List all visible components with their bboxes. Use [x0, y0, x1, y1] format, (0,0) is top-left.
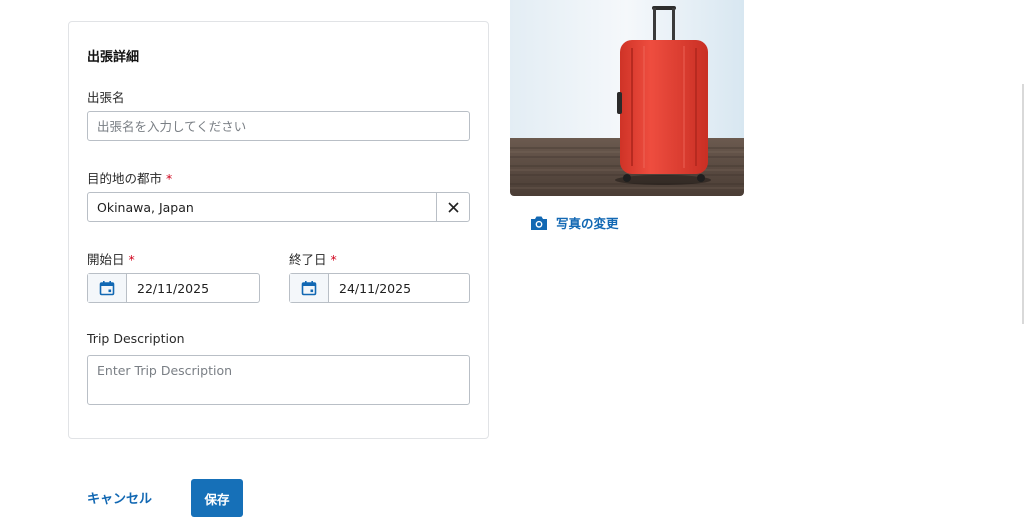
trip-description-field[interactable] — [87, 355, 470, 405]
end-date-label-text: 終了日 — [289, 252, 327, 267]
camera-icon — [531, 216, 547, 230]
trip-name-field[interactable] — [87, 111, 470, 141]
trip-description-textarea[interactable] — [97, 363, 457, 401]
trip-name-input[interactable] — [97, 112, 457, 140]
trip-name-label-text: 出張名 — [87, 90, 125, 105]
suitcase-image — [510, 0, 744, 196]
close-icon — [447, 201, 459, 213]
trip-name-label: 出張名 — [87, 87, 125, 106]
clear-city-button[interactable] — [436, 193, 469, 221]
end-date-value: 24/11/2025 — [339, 281, 412, 296]
start-date-field[interactable]: 22/11/2025 — [87, 273, 260, 303]
destination-city-label: 目的地の都市 * — [87, 168, 172, 187]
trip-photo — [510, 0, 744, 196]
required-mark: * — [166, 171, 173, 186]
cancel-button[interactable]: キャンセル — [87, 488, 152, 507]
change-photo-link[interactable]: 写真の変更 — [530, 213, 619, 232]
section-title: 出張詳細 — [87, 50, 140, 65]
calendar-icon — [99, 281, 115, 296]
required-mark: * — [330, 252, 337, 267]
start-date-calendar-button[interactable] — [88, 274, 127, 302]
required-mark: * — [128, 252, 135, 267]
end-date-calendar-button[interactable] — [290, 274, 329, 302]
trip-description-label-text: Trip Description — [87, 331, 185, 346]
change-photo-label: 写真の変更 — [556, 216, 619, 231]
destination-city-field[interactable]: Okinawa, Japan — [87, 192, 470, 222]
calendar-icon — [301, 281, 317, 296]
save-button[interactable]: 保存 — [191, 479, 243, 517]
start-date-label: 開始日 * — [87, 249, 135, 268]
end-date-field[interactable]: 24/11/2025 — [289, 273, 470, 303]
start-date-value: 22/11/2025 — [137, 281, 210, 296]
end-date-label: 終了日 * — [289, 249, 337, 268]
trip-description-label: Trip Description — [87, 331, 185, 346]
start-date-label-text: 開始日 — [87, 252, 125, 267]
destination-city-value: Okinawa, Japan — [97, 200, 194, 215]
destination-city-label-text: 目的地の都市 — [87, 171, 163, 186]
